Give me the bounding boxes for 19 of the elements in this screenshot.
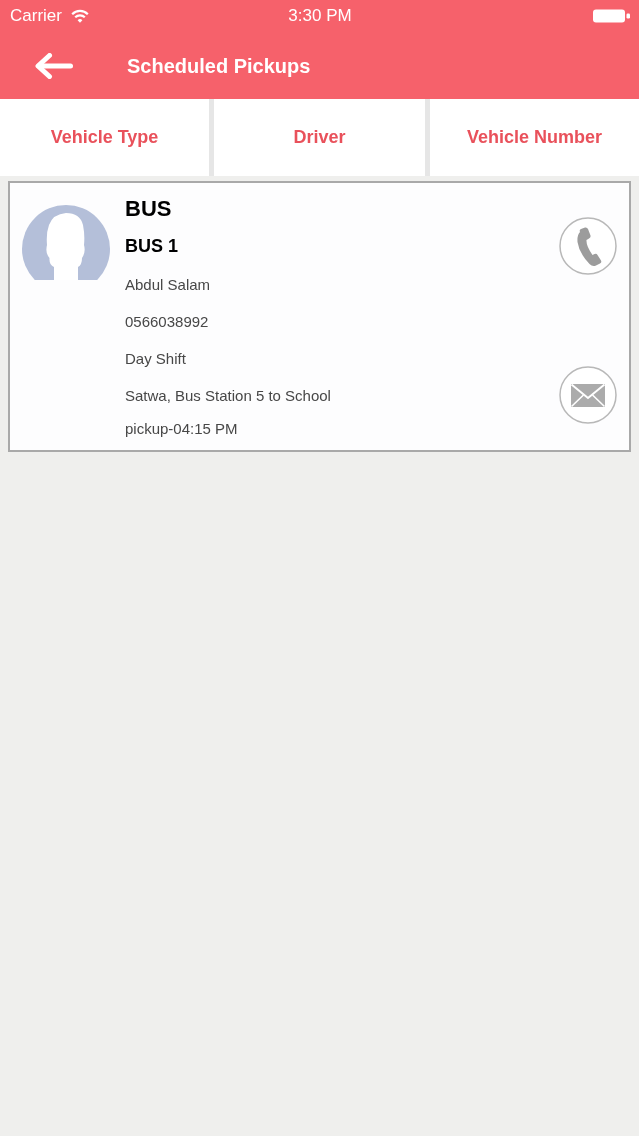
vehicle-number-text: BUS 1 [125, 235, 178, 258]
avatar-icon [22, 205, 110, 280]
wifi-icon [70, 9, 89, 23]
battery-icon [593, 9, 630, 23]
envelope-icon[interactable] [559, 366, 617, 424]
driver-name: Abdul Salam [125, 275, 211, 295]
tab[interactable]: Vehicle Type [0, 99, 209, 176]
phone-icon[interactable] [559, 217, 617, 275]
back-arrow-icon[interactable] [35, 52, 73, 79]
carrier-name: Carrier [10, 6, 62, 26]
tab[interactable]: Driver [214, 99, 425, 176]
clock-time: 3:30 PM [288, 6, 352, 26]
shift-text: Day Shift [125, 349, 186, 369]
tab[interactable]: Vehicle Number [430, 99, 639, 176]
vehicle-type-text: BUS [125, 195, 172, 223]
pickup-time: pickup-04:15 PM [125, 419, 238, 439]
route-text: Satwa, Bus Station 5 to School [125, 386, 331, 406]
screen-title: Scheduled Pickups [127, 53, 311, 78]
phone-number: 0566038992 [125, 312, 209, 332]
